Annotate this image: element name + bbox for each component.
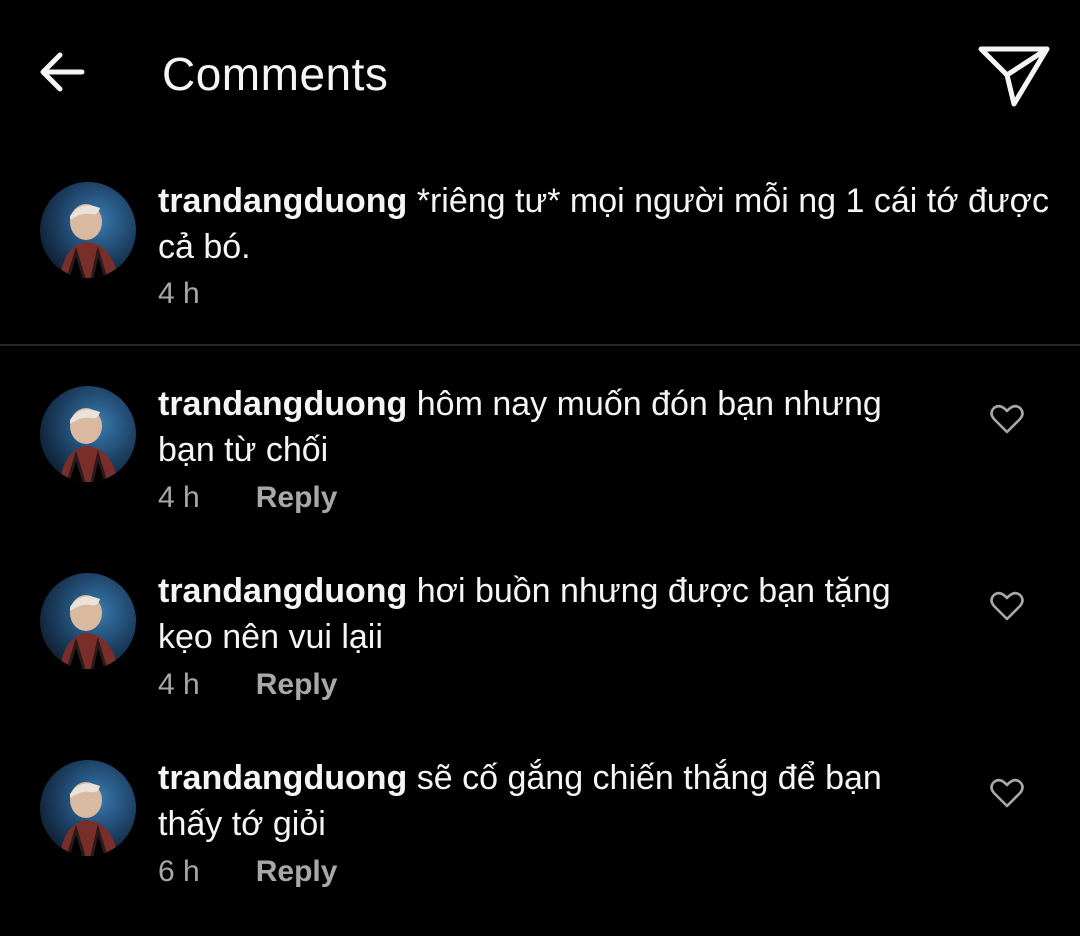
comment-text: trandangduong hơi buồn nhưng được bạn tặ… xyxy=(158,568,918,660)
reply-button[interactable]: Reply xyxy=(256,665,338,705)
avatar[interactable] xyxy=(40,573,136,669)
comment-meta: 4 h xyxy=(158,274,200,314)
username[interactable]: trandangduong xyxy=(158,572,407,610)
avatar[interactable] xyxy=(40,182,136,278)
username[interactable]: trandangduong xyxy=(158,759,407,797)
comment-meta: 4 h Reply xyxy=(158,478,337,518)
header-bar: Comments xyxy=(0,0,1080,150)
comment-text: trandangduong sẽ cố gắng chiến thắng để … xyxy=(158,755,918,847)
paper-plane-icon xyxy=(978,46,1050,107)
reply-button[interactable]: Reply xyxy=(256,478,338,518)
username[interactable]: trandangduong xyxy=(158,182,407,220)
comment-meta: 4 h Reply xyxy=(158,665,337,705)
page-title: Comments xyxy=(162,48,389,100)
reply-button[interactable]: Reply xyxy=(256,852,338,892)
divider xyxy=(0,344,1080,346)
comment-text: trandangduong hôm nay muốn đón bạn nhưng… xyxy=(158,381,918,473)
heart-outline-icon xyxy=(990,404,1024,434)
heart-outline-icon xyxy=(990,591,1024,621)
timestamp: 4 h xyxy=(158,668,200,701)
like-button[interactable] xyxy=(986,772,1028,814)
avatar[interactable] xyxy=(40,760,136,856)
username[interactable]: trandangduong xyxy=(158,385,407,423)
heart-outline-icon xyxy=(990,778,1024,808)
arrow-left-icon xyxy=(40,52,85,92)
avatar[interactable] xyxy=(40,386,136,482)
comment-meta: 6 h Reply xyxy=(158,852,337,892)
timestamp: 4 h xyxy=(158,481,200,514)
back-button[interactable] xyxy=(34,44,90,100)
like-button[interactable] xyxy=(986,398,1028,440)
caption-text: trandangduong *riêng tư* mọi người mỗi n… xyxy=(158,178,1058,270)
share-button[interactable] xyxy=(972,38,1056,112)
like-button[interactable] xyxy=(986,585,1028,627)
timestamp: 6 h xyxy=(158,855,200,888)
timestamp: 4 h xyxy=(158,277,200,310)
